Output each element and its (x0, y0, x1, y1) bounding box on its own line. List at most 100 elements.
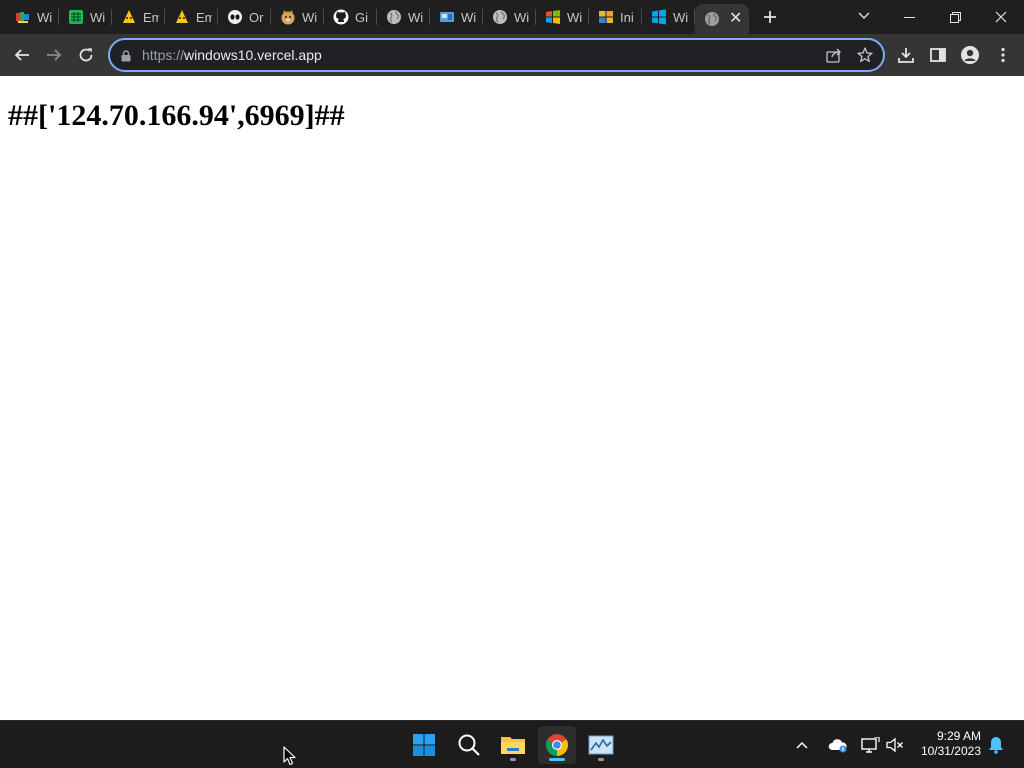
task-manager-button[interactable] (582, 726, 620, 764)
browser-tab[interactable]: Ini (589, 0, 642, 34)
browser-tab[interactable]: Em (165, 0, 218, 34)
restore-icon (949, 11, 961, 23)
yellow-emoji-icon (121, 9, 137, 25)
close-tab-icon[interactable]: ✕ (729, 11, 742, 27)
windows-8-flag-icon (598, 9, 614, 25)
windows-10-logo-icon (651, 9, 667, 25)
tab-title: Wi (673, 9, 689, 25)
task-manager-icon (588, 735, 614, 755)
url-text[interactable]: https://windows10.vercel.app (142, 47, 322, 63)
lock-icon[interactable] (121, 49, 131, 67)
url-host: windows10.vercel.app (184, 47, 322, 63)
folder-icon (501, 737, 525, 754)
menu-button[interactable] (989, 41, 1017, 69)
taskbar-clock[interactable]: 9:29 AM 10/31/2023 (921, 729, 981, 759)
tab-title: Or (249, 9, 264, 25)
back-button[interactable] (8, 41, 36, 69)
tab-title: Wi (37, 9, 53, 25)
downloads-button[interactable] (892, 41, 920, 69)
forward-arrow-icon (47, 49, 62, 61)
tab-list: Wi Wi Em Em Or Wi Gi Wi Wi Wi Wi Ini Wi … (0, 0, 749, 34)
onedrive-tray-button[interactable] (828, 721, 848, 768)
chrome-taskbar-button[interactable] (538, 726, 576, 764)
chevron-up-icon (796, 741, 808, 749)
globe-icon (386, 9, 402, 25)
doge-icon (280, 9, 296, 25)
windows-window-icon (439, 9, 455, 25)
network-icon (861, 737, 880, 753)
chrome-icon (546, 734, 568, 756)
tab-title: Wi (408, 9, 424, 25)
share-icon (826, 48, 841, 63)
browser-tab[interactable]: Wi (271, 0, 324, 34)
bookmark-star-button[interactable] (856, 46, 874, 69)
chevron-down-icon (858, 12, 870, 19)
close-icon (995, 11, 1007, 23)
browser-tab[interactable]: Wi (536, 0, 589, 34)
tab-title: Em (196, 9, 212, 25)
browser-tab[interactable]: Or (218, 0, 271, 34)
browser-tab[interactable]: Em (112, 0, 165, 34)
network-tray-button[interactable] (860, 721, 880, 768)
notifications-button[interactable] (988, 721, 1004, 768)
windows-start-icon (413, 734, 435, 756)
browser-tab-active[interactable]: ✕ (695, 4, 749, 34)
search-button[interactable] (450, 726, 488, 764)
show-hidden-icons-button[interactable] (795, 721, 809, 768)
globe-icon (704, 11, 720, 27)
reload-button[interactable] (72, 41, 100, 69)
volume-tray-button[interactable] (886, 721, 904, 768)
profile-avatar-icon (961, 46, 979, 64)
plus-icon (764, 11, 776, 23)
tab-title: Wi (514, 9, 530, 25)
windows-xp-flag-icon (545, 9, 561, 25)
tab-title: Em (143, 9, 159, 25)
tab-title: Wi (461, 9, 477, 25)
url-scheme: https:// (142, 47, 185, 63)
active-indicator (549, 758, 565, 761)
reload-icon (79, 48, 93, 62)
browser-tab[interactable]: Wi (483, 0, 536, 34)
minimize-icon (903, 16, 915, 18)
cloud-icon (828, 739, 847, 753)
colorful-site-icon (15, 9, 31, 25)
profile-button[interactable] (956, 41, 984, 69)
share-button[interactable] (825, 46, 843, 69)
star-icon (857, 47, 873, 63)
browser-tab[interactable]: Wi (642, 0, 695, 34)
browser-tab[interactable]: Gi (324, 0, 377, 34)
tab-title: Ini (620, 9, 634, 25)
restore-button[interactable] (932, 0, 978, 34)
close-window-button[interactable] (978, 0, 1024, 34)
new-tab-button[interactable] (755, 2, 785, 32)
browser-tab[interactable]: Wi (59, 0, 112, 34)
tab-title: Wi (302, 9, 318, 25)
bell-icon (989, 737, 1003, 754)
taskbar: 9:29 AM 10/31/2023 (0, 720, 1024, 768)
running-indicator (598, 758, 604, 761)
alien-mask-icon (227, 9, 243, 25)
github-icon (333, 9, 349, 25)
search-icon (458, 734, 480, 756)
download-icon (898, 48, 914, 63)
volume-muted-icon (886, 737, 903, 753)
browser-tab[interactable]: Wi (377, 0, 430, 34)
minimize-button[interactable] (886, 0, 932, 34)
globe-icon (492, 9, 508, 25)
clock-time: 9:29 AM (936, 729, 981, 743)
browser-tab[interactable]: Wi (6, 0, 59, 34)
web-page-content: ##['124.70.166.94',6969]## (0, 76, 1024, 720)
mouse-pointer-icon (283, 746, 297, 768)
address-bar[interactable]: https://windows10.vercel.app (108, 38, 885, 72)
window-controls (886, 0, 1024, 34)
back-arrow-icon (14, 49, 29, 61)
forward-button[interactable] (40, 41, 68, 69)
start-button[interactable] (405, 726, 443, 764)
kebab-menu-icon (1001, 47, 1005, 63)
yellow-emoji-icon (174, 9, 190, 25)
tab-search-button[interactable] (852, 4, 876, 28)
side-panel-button[interactable] (924, 41, 952, 69)
file-explorer-button[interactable] (494, 726, 532, 764)
browser-tab[interactable]: Wi (430, 0, 483, 34)
browser-toolbar: https://windows10.vercel.app (0, 34, 1024, 76)
